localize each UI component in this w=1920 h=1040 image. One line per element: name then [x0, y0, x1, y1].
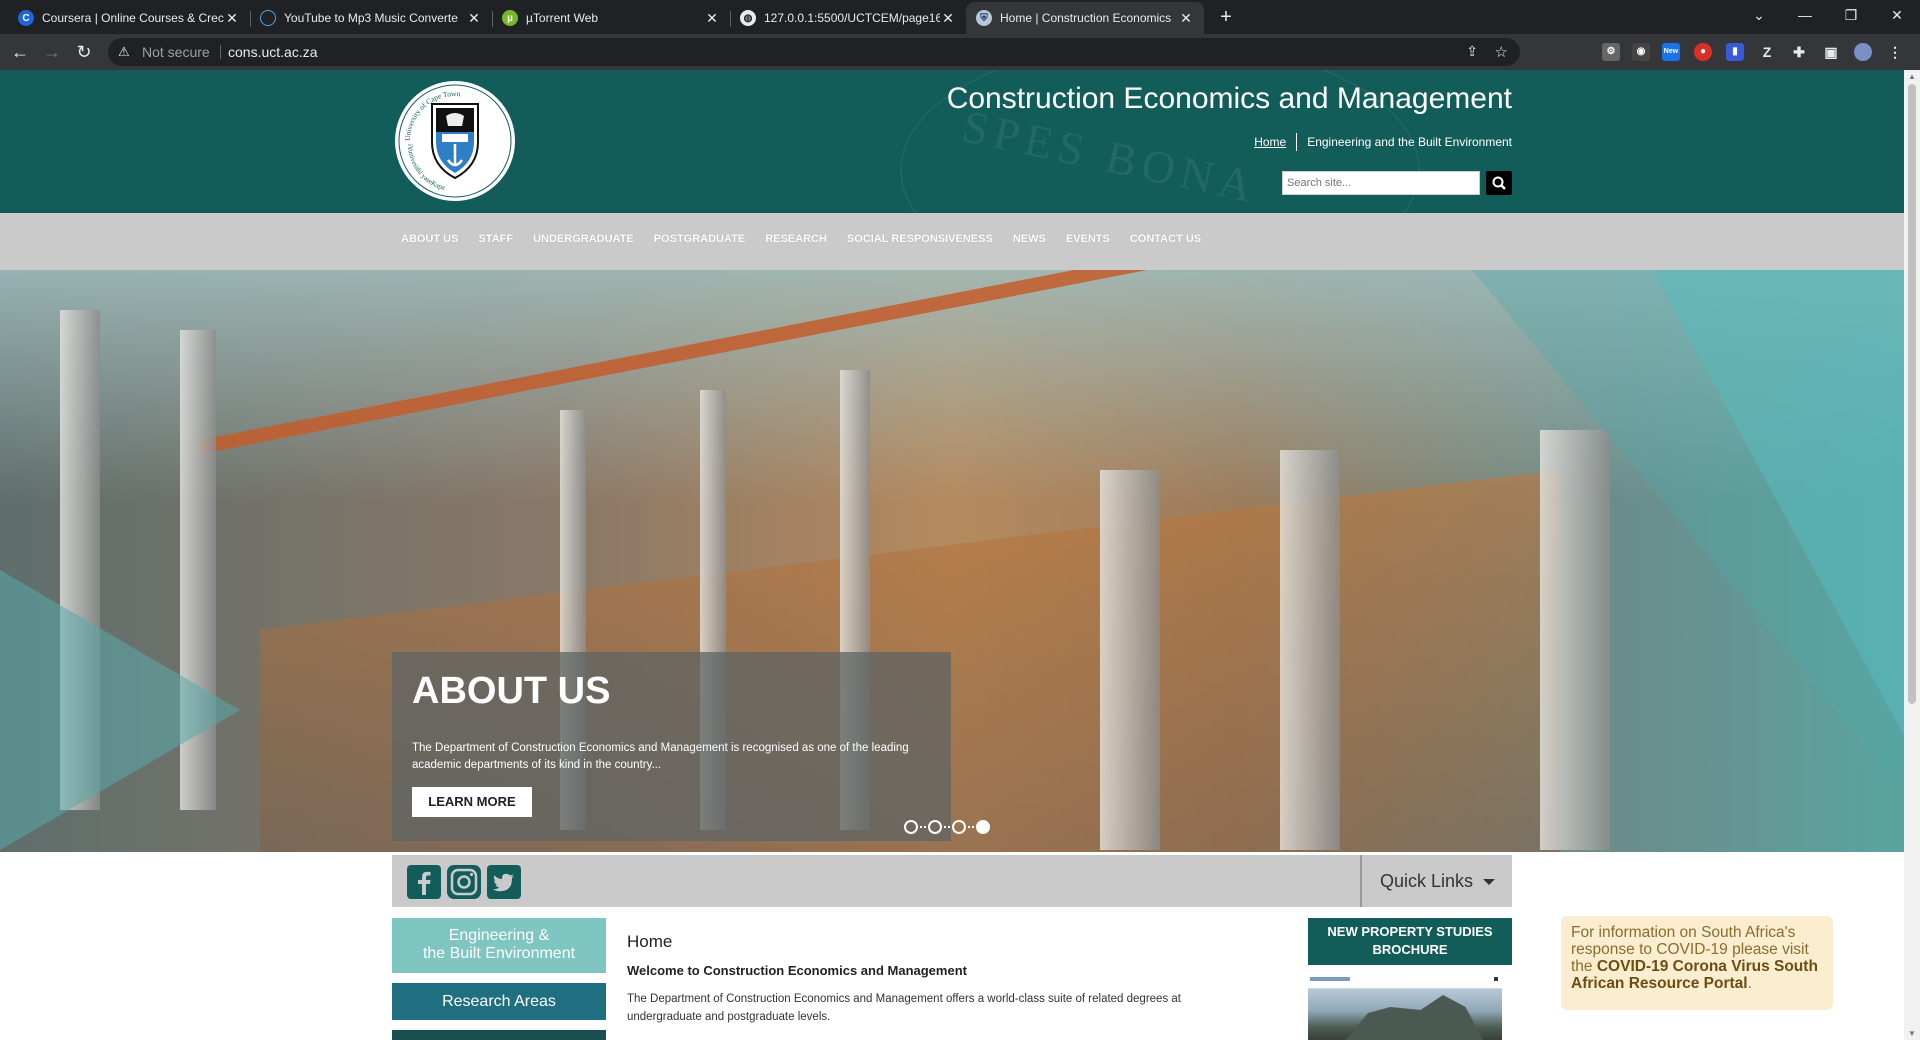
nav-research[interactable]: RESEARCH: [765, 233, 827, 245]
ebe-faculty-button[interactable]: Engineering & the Built Environment: [392, 918, 606, 973]
nav-staff[interactable]: STAFF: [478, 233, 513, 245]
property-brochure-button[interactable]: NEW PROPERTY STUDIES BROCHURE: [1308, 918, 1512, 965]
carousel-dot[interactable]: [928, 820, 942, 834]
carousel-dot-active[interactable]: [976, 820, 990, 834]
welcome-heading: Welcome to Construction Economics and Ma…: [627, 963, 967, 978]
nav-postgraduate[interactable]: POSTGRADUATE: [654, 233, 745, 245]
restore-button[interactable]: ❐: [1828, 0, 1874, 30]
share-icon[interactable]: ⇪: [1466, 43, 1478, 60]
nav-contact-us[interactable]: CONTACT US: [1130, 233, 1201, 245]
nav-social-responsiveness[interactable]: SOCIAL RESPONSIVENESS: [847, 233, 993, 245]
back-icon[interactable]: ←: [8, 40, 32, 64]
facebook-icon[interactable]: [407, 865, 441, 899]
close-icon[interactable]: ✕: [704, 10, 720, 27]
forward-icon[interactable]: →: [40, 40, 64, 64]
scrollbar-thumb[interactable]: [1908, 84, 1916, 704]
sidepanel-icon[interactable]: ▣: [1822, 43, 1840, 61]
twitter-icon[interactable]: [487, 865, 521, 899]
page-scrollbar[interactable]: ▲ ▼: [1904, 70, 1920, 1040]
covid-portal-link[interactable]: COVID-19 Corona Virus South African Reso…: [1571, 958, 1818, 992]
instagram-icon[interactable]: [447, 865, 481, 899]
research-areas-button[interactable]: Research Areas: [392, 983, 606, 1020]
hero-text: The Department of Construction Economics…: [412, 742, 909, 771]
caret-down-icon: [1483, 879, 1496, 886]
carousel-dot[interactable]: [904, 820, 918, 834]
scroll-down-icon[interactable]: ▼: [1908, 1029, 1916, 1038]
cloud-icon: [260, 10, 276, 26]
breadcrumb-faculty-link[interactable]: Engineering and the Built Environment: [1307, 135, 1512, 149]
close-icon[interactable]: ✕: [1178, 10, 1194, 27]
scroll-up-icon[interactable]: ▲: [1908, 72, 1916, 81]
reload-icon[interactable]: ↻: [72, 40, 96, 64]
utorrent-icon: µ: [502, 10, 518, 26]
extension-icon[interactable]: ⚙: [1602, 43, 1620, 61]
warning-icon[interactable]: ⚠: [118, 44, 130, 60]
coursera-icon: C: [18, 10, 34, 26]
nav-news[interactable]: NEWS: [1013, 233, 1046, 245]
carousel-indicators: [904, 820, 990, 834]
globe-icon: ◍: [740, 10, 756, 26]
nav-about-us[interactable]: ABOUT US: [401, 233, 458, 245]
browser-tab[interactable]: C Coursera | Online Courses & Crec ✕: [8, 2, 251, 34]
new-tab-button[interactable]: +: [1214, 6, 1238, 30]
breadcrumb-home-link[interactable]: Home: [1254, 135, 1286, 149]
covid-notice: For information on South Africa's respon…: [1561, 916, 1833, 1010]
camera-icon[interactable]: ◉: [1632, 43, 1650, 61]
intro-text: The Department of Construction Economics…: [627, 993, 1181, 1023]
breadcrumb: Home Engineering and the Built Environme…: [1254, 133, 1512, 151]
close-icon[interactable]: ✕: [940, 10, 956, 27]
learn-more-button[interactable]: LEARN MORE: [412, 787, 532, 817]
search-button[interactable]: [1486, 171, 1512, 195]
nav-undergraduate[interactable]: UNDERGRADUATE: [533, 233, 634, 245]
search-icon: [1492, 176, 1506, 190]
hero-carousel[interactable]: ABOUT US The Department of Construction …: [0, 270, 1904, 852]
brochure-thumbnail[interactable]: [1308, 975, 1502, 1040]
bookmark-star-icon[interactable]: ☆: [1495, 43, 1508, 61]
search-input[interactable]: [1282, 171, 1480, 195]
extensions-puzzle-icon[interactable]: ✚: [1790, 43, 1808, 61]
browser-tab[interactable]: µ µTorrent Web ✕: [492, 2, 731, 34]
menu-dots-icon[interactable]: ⋮: [1886, 43, 1904, 61]
uct-crest-icon: ⛨: [976, 10, 992, 26]
uct-logo[interactable]: University of Cape Town iYunivesithi yas…: [390, 74, 520, 208]
page-heading: Home: [627, 932, 673, 951]
tab-search-icon[interactable]: ⌄: [1736, 0, 1782, 30]
quick-links-dropdown[interactable]: Quick Links: [1360, 855, 1512, 907]
browser-tab-active[interactable]: ⛨ Home | Construction Economics ✕: [966, 2, 1204, 34]
hero-title: ABOUT US: [412, 670, 611, 712]
zotero-icon[interactable]: Z: [1758, 43, 1776, 61]
profile-avatar[interactable]: [1854, 43, 1872, 61]
adblock-icon[interactable]: ●: [1694, 43, 1712, 61]
address-bar[interactable]: ⚠ Not secure cons.uct.ac.za ⇪ ☆: [108, 38, 1520, 66]
new-badge-extension-icon[interactable]: New: [1662, 43, 1680, 61]
nav-events[interactable]: EVENTS: [1066, 233, 1110, 245]
minimize-button[interactable]: —: [1782, 0, 1828, 30]
browser-tab[interactable]: YouTube to Mp3 Music Converte ✕: [250, 2, 493, 34]
carousel-dot[interactable]: [952, 820, 966, 834]
extension-icon[interactable]: ▮: [1726, 43, 1744, 61]
browser-tab[interactable]: ◍ 127.0.0.1:5500/UCTCEM/page16. ✕: [730, 2, 966, 34]
page-viewport: SPES BONA University of Cape Town iYuniv…: [0, 70, 1904, 1040]
site-header: SPES BONA University of Cape Town iYuniv…: [0, 70, 1904, 213]
hero-caption: ABOUT US The Department of Construction …: [392, 652, 951, 841]
close-icon[interactable]: ✕: [224, 10, 240, 27]
browser-tabstrip: C Coursera | Online Courses & Crec ✕ You…: [0, 0, 1920, 34]
url-text[interactable]: cons.uct.ac.za: [228, 44, 318, 60]
browser-toolbar: ← → ↻ ⚠ Not secure cons.uct.ac.za ⇪ ☆ ⚙ …: [0, 34, 1920, 70]
close-window-button[interactable]: ✕: [1874, 0, 1920, 30]
main-navigation: ABOUT US STAFF UNDERGRADUATE POSTGRADUAT…: [0, 213, 1904, 270]
sidebar-button[interactable]: [392, 1030, 606, 1040]
close-icon[interactable]: ✕: [466, 10, 482, 27]
social-bar: Quick Links: [392, 855, 1512, 907]
site-title[interactable]: Construction Economics and Management: [947, 82, 1512, 116]
